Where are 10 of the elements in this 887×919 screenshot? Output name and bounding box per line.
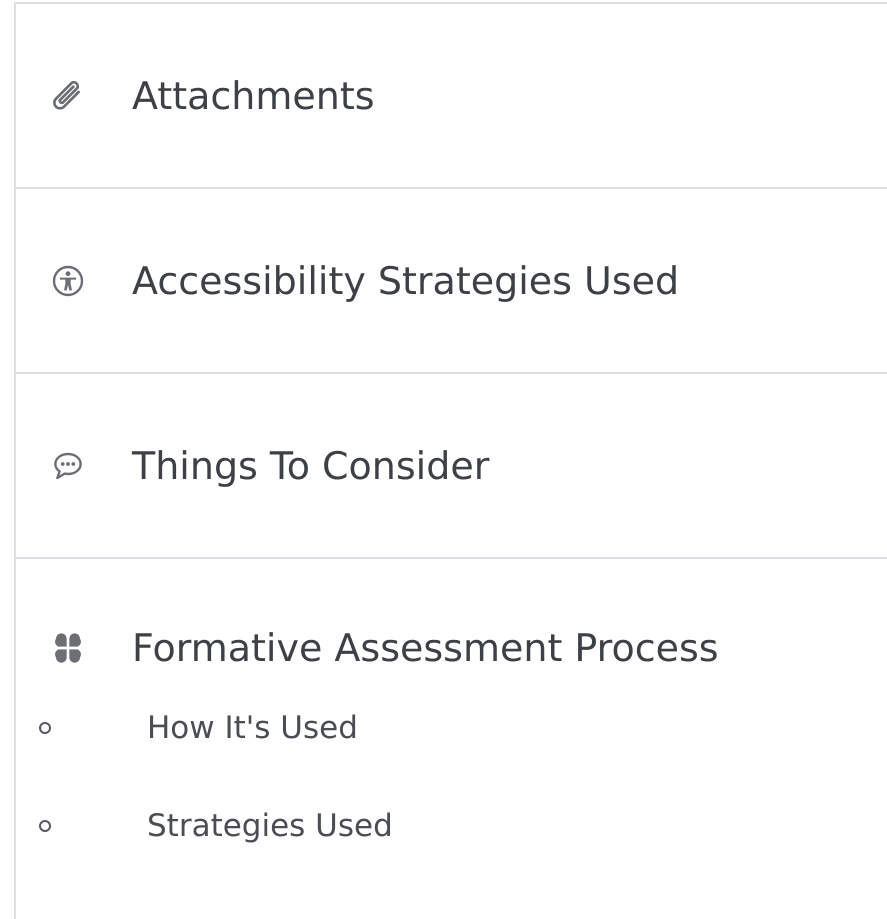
accessibility-icon xyxy=(52,264,84,296)
subsection-link[interactable]: Strategies Used xyxy=(147,808,393,844)
section-link[interactable]: Accessibility Strategies Used xyxy=(132,258,680,302)
bullet-icon xyxy=(39,820,51,832)
clover-icon xyxy=(52,632,84,664)
section-link[interactable]: Things To Consider xyxy=(132,444,490,488)
section-link[interactable]: Attachments xyxy=(132,74,375,118)
bullet-icon xyxy=(39,722,51,734)
subsection-link[interactable]: How It's Used xyxy=(147,710,358,746)
section-link[interactable]: Formative Assessment Process xyxy=(132,626,719,670)
